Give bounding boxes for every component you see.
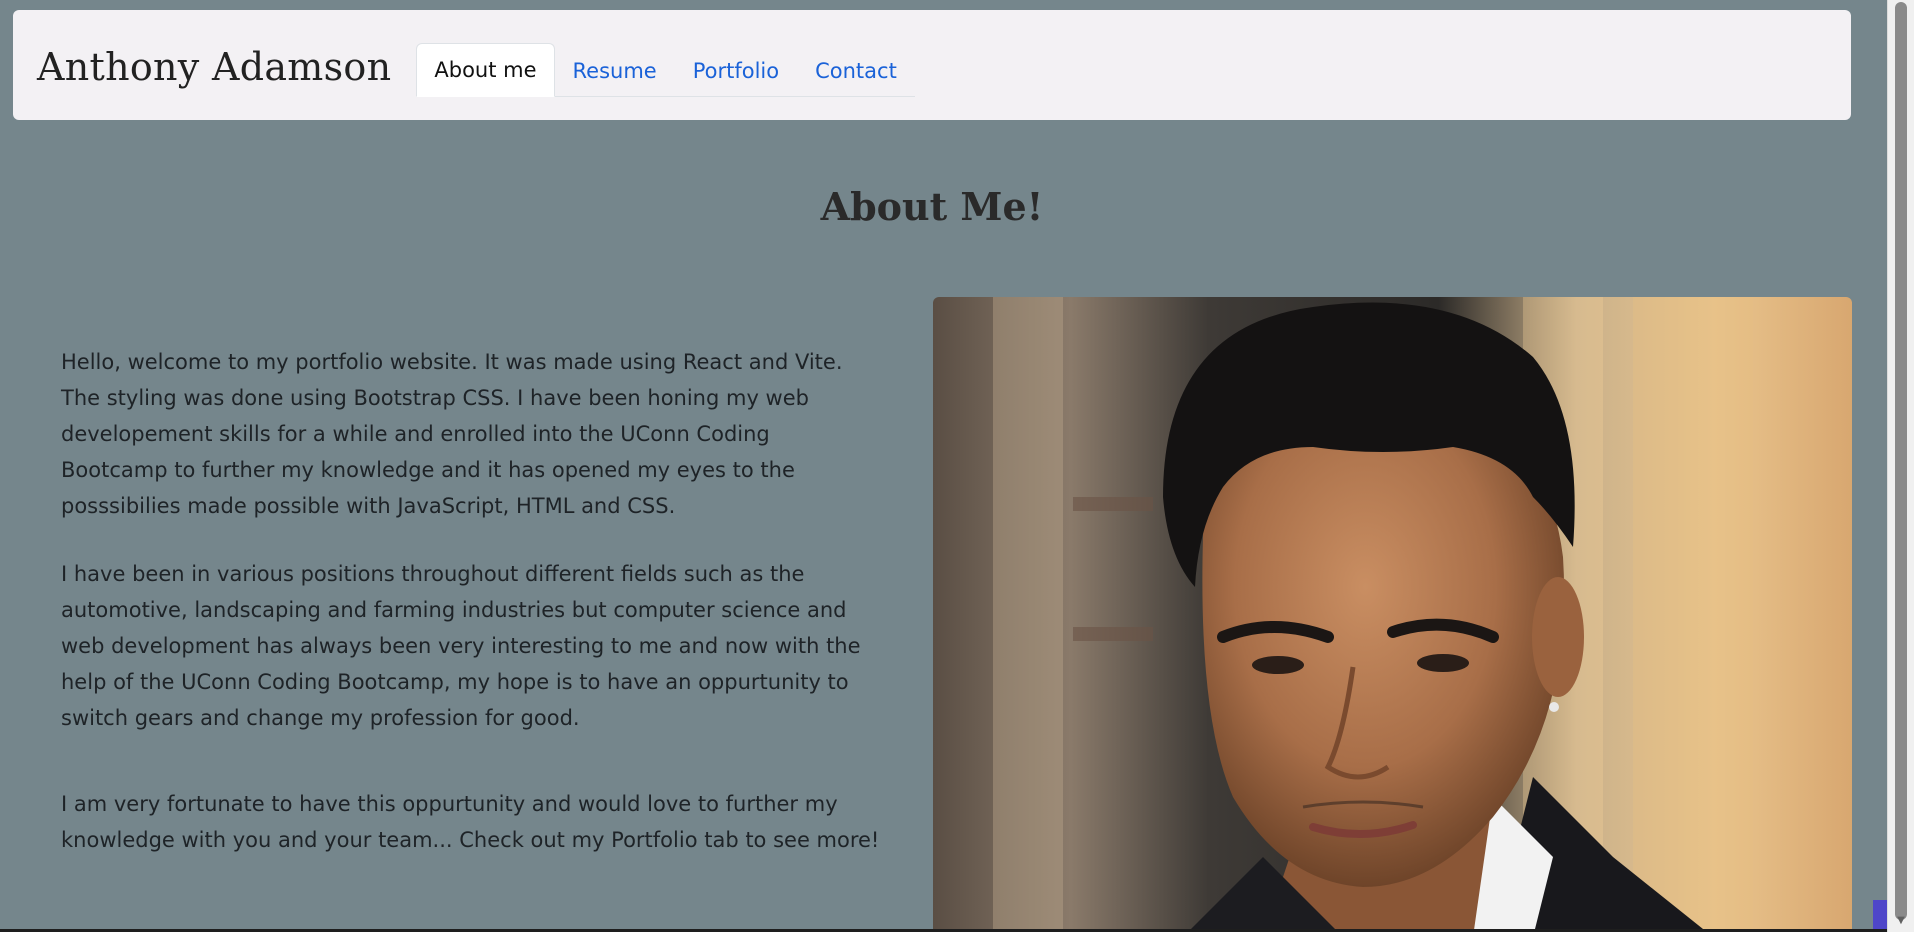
- about-text: Hello, welcome to my portfolio website. …: [61, 344, 881, 890]
- vertical-scrollbar[interactable]: ▼: [1887, 0, 1914, 932]
- tab-contact[interactable]: Contact: [797, 43, 915, 97]
- corner-widget: [1873, 900, 1887, 932]
- navbar: Anthony Adamson About me Resume Portfoli…: [13, 10, 1851, 120]
- page-title: About Me!: [820, 184, 1044, 229]
- scrollbar-thumb[interactable]: [1895, 2, 1907, 920]
- nav-tabs: About me Resume Portfolio Contact: [416, 43, 915, 97]
- page: Anthony Adamson About me Resume Portfoli…: [0, 0, 1914, 932]
- tab-resume[interactable]: Resume: [555, 43, 675, 97]
- about-paragraph-2: I have been in various positions through…: [61, 562, 861, 730]
- tab-portfolio[interactable]: Portfolio: [675, 43, 797, 97]
- about-paragraph-1: Hello, welcome to my portfolio website. …: [61, 350, 843, 518]
- scroll-down-arrow-icon[interactable]: ▼: [1894, 914, 1908, 928]
- about-paragraph-3: I am very fortunate to have this oppurtu…: [61, 792, 880, 852]
- tab-about-me[interactable]: About me: [416, 43, 555, 97]
- brand-name[interactable]: Anthony Adamson: [37, 45, 391, 89]
- profile-photo: [933, 297, 1852, 932]
